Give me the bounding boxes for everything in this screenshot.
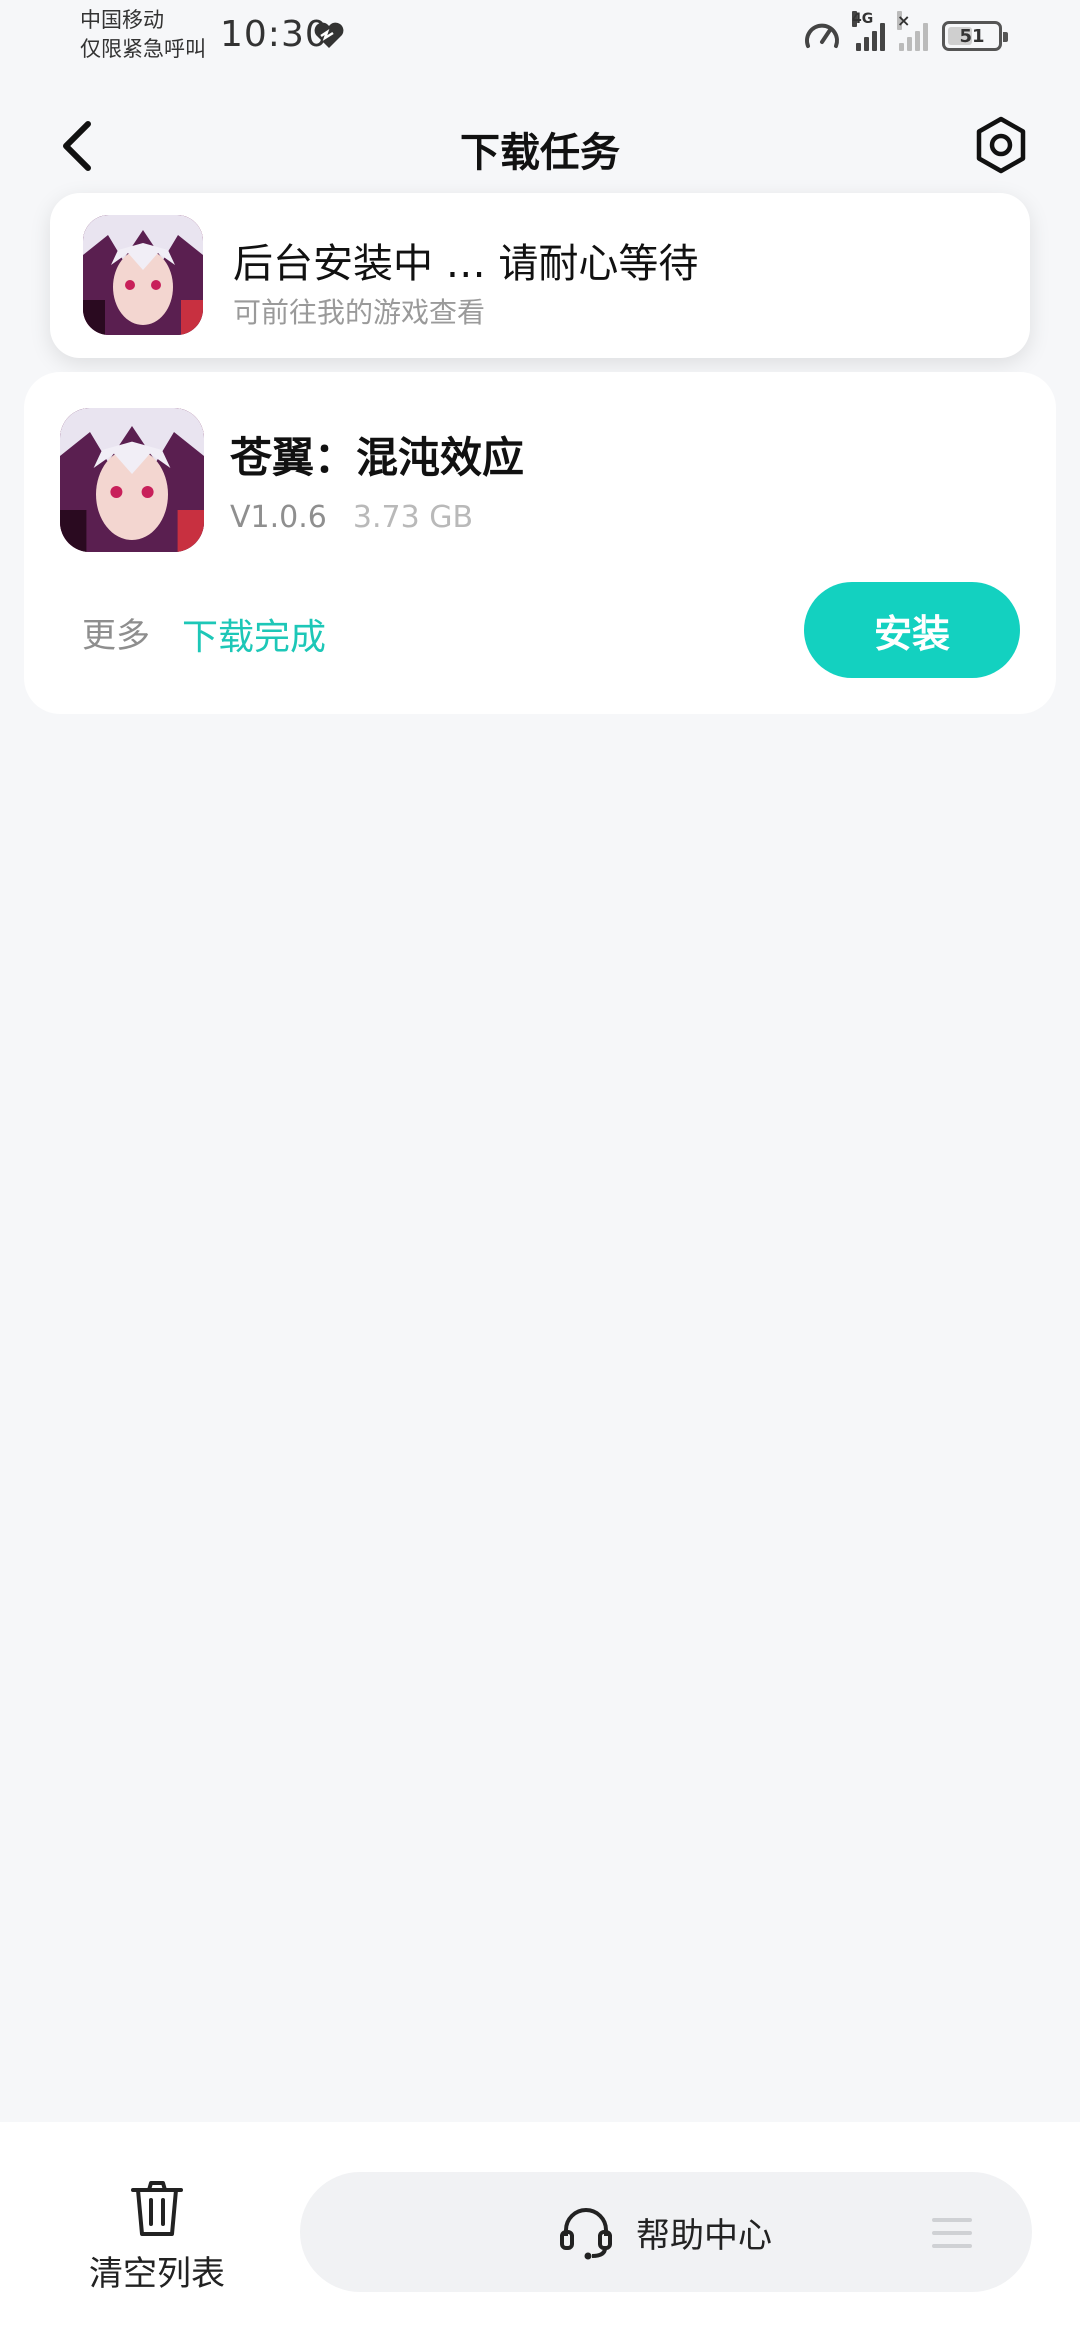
game-title: 苍翼：混沌效应 [230, 433, 525, 482]
help-center-label: 帮助中心 [636, 2215, 772, 2256]
battery-level: 51 [959, 25, 985, 47]
battery-icon: 51 [942, 21, 1008, 51]
headset-icon [560, 2208, 612, 2260]
game-size: 3.73 GB [352, 500, 474, 535]
bottom-bar: 清空列表 帮助中心 [0, 2122, 1080, 2340]
status-bar: 中国移动 仅限紧急呼叫 10:30 4G × 51 [0, 0, 1080, 76]
emergency-only-text: 仅限紧急呼叫 [80, 37, 206, 61]
help-center-bar[interactable]: 帮助中心 [300, 2172, 1032, 2292]
heart-icon [314, 22, 344, 48]
clear-list-label: 清空列表 [89, 2254, 225, 2294]
signal-strength-4g: 4G [852, 11, 885, 51]
game-meta: V1.0.6 3.73 GB [230, 500, 473, 535]
game-character-image [83, 215, 203, 335]
game-app-icon [83, 215, 203, 335]
install-notice-card[interactable]: 后台安装中 … 请耐心等待 可前往我的游戏查看 [50, 193, 1030, 358]
page-title: 下载任务 [460, 130, 620, 176]
game-version: V1.0.6 [230, 500, 327, 535]
download-status: 下载完成 [182, 617, 327, 658]
game-character-image [60, 408, 204, 552]
help-center-button[interactable]: 帮助中心 [558, 2202, 772, 2262]
more-button[interactable]: 更多 [82, 608, 150, 657]
settings-button[interactable] [966, 110, 1036, 180]
speed-icon [805, 23, 839, 48]
carrier-name: 中国移动 [80, 8, 164, 32]
carrier-info: 中国移动 仅限紧急呼叫 [80, 6, 206, 64]
menu-icon[interactable] [932, 2216, 972, 2250]
no-service-icon: × [897, 11, 911, 30]
signal-strength-sim2: × [897, 11, 928, 51]
install-status-title: 后台安装中 … 请耐心等待 [233, 241, 699, 287]
trash-icon [131, 2181, 183, 2236]
clear-list-button[interactable]: 清空列表 [62, 2178, 252, 2308]
download-tasks-screen: 中国移动 仅限紧急呼叫 10:30 4G × 51 下载任务 后台安装中 … 请… [0, 0, 1080, 2340]
network-type: 4G [852, 11, 874, 27]
status-indicators: 4G × 51 [802, 11, 1008, 56]
settings-icon [976, 116, 1026, 174]
game-app-icon[interactable] [60, 408, 204, 552]
header: 下载任务 [0, 100, 1080, 192]
install-button[interactable]: 安装 [804, 582, 1020, 678]
install-status-subtitle: 可前往我的游戏查看 [233, 296, 486, 329]
download-task-card: 苍翼：混沌效应 V1.0.6 3.73 GB 更多 下载完成 安装 [24, 372, 1056, 714]
